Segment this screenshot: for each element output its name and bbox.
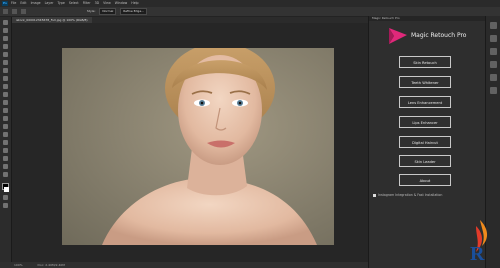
photoshop-logo-icon: Ps <box>2 1 8 6</box>
refine-edge-button[interactable]: Refine Edge... <box>120 7 148 15</box>
crop-tool-icon[interactable] <box>3 52 8 57</box>
new-selection-icon[interactable] <box>11 8 17 14</box>
path-select-tool-icon[interactable] <box>3 148 8 153</box>
eyedropper-tool-icon[interactable] <box>3 60 8 65</box>
history-brush-tool-icon[interactable] <box>3 92 8 97</box>
menu-item-type[interactable]: Type <box>57 1 64 5</box>
magic-retouch-logo-icon <box>389 28 407 44</box>
menu-item-edit[interactable]: Edit <box>20 1 26 5</box>
adjustments-panel-icon[interactable] <box>490 48 497 55</box>
eraser-tool-icon[interactable] <box>3 100 8 105</box>
digital-haircut-button[interactable]: Digital Haircut <box>399 136 451 148</box>
lips-enhancer-button[interactable]: Lips Enhancer <box>399 116 451 128</box>
pen-tool-icon[interactable] <box>3 132 8 137</box>
status-bar: 100% Doc: 2.40M/2.40M <box>0 262 368 268</box>
panel-title: Magic Retouch Pro <box>411 32 467 39</box>
portrait-illustration <box>102 48 317 245</box>
paths-panel-icon[interactable] <box>490 87 497 94</box>
type-tool-icon[interactable] <box>3 140 8 145</box>
menu-item-view[interactable]: View <box>103 1 111 5</box>
screen-mode-icon[interactable] <box>3 203 8 208</box>
tools-panel <box>0 17 12 262</box>
checkbox-icon[interactable] <box>373 193 376 197</box>
integration-checkbox-label: Instagram Integration & Fast Installatio… <box>378 193 443 197</box>
shape-tool-icon[interactable] <box>3 156 8 161</box>
style-select[interactable]: Normal <box>99 7 117 15</box>
menu-item-window[interactable]: Window <box>115 1 128 5</box>
lasso-tool-icon[interactable] <box>3 36 8 41</box>
panel-header: Magic Retouch Pro <box>369 16 486 21</box>
clone-stamp-tool-icon[interactable] <box>3 84 8 89</box>
zoom-level[interactable]: 100% <box>14 263 23 267</box>
menu-item-image[interactable]: Image <box>31 1 41 5</box>
menu-item-help[interactable]: Help <box>131 1 138 5</box>
menu-item-filter[interactable]: Filter <box>83 1 91 5</box>
blur-tool-icon[interactable] <box>3 116 8 121</box>
gradient-tool-icon[interactable] <box>3 108 8 113</box>
lens-enhancement-button[interactable]: Lens Enhancement <box>399 96 451 108</box>
properties-panel-icon[interactable] <box>490 35 497 42</box>
dodge-tool-icon[interactable] <box>3 124 8 129</box>
integration-checkbox[interactable]: Instagram Integration & Fast Installatio… <box>373 193 442 197</box>
zoom-tool-icon[interactable] <box>3 172 8 177</box>
move-tool-icon[interactable] <box>3 20 8 25</box>
quick-select-tool-icon[interactable] <box>3 44 8 49</box>
layers-panel-icon[interactable] <box>490 61 497 68</box>
healing-brush-tool-icon[interactable] <box>3 68 8 73</box>
channels-panel-icon[interactable] <box>490 74 497 81</box>
svg-text:R: R <box>470 243 485 264</box>
canvas-area[interactable] <box>12 23 368 262</box>
menu-item-file[interactable]: File <box>11 1 16 5</box>
panel-brand: Magic Retouch Pro <box>387 26 487 46</box>
menu-bar: Ps File Edit Image Layer Type Select Fil… <box>0 0 500 7</box>
style-label: Style: <box>86 9 96 13</box>
brush-tool-icon[interactable] <box>3 76 8 81</box>
skin-leader-button[interactable]: Skin Leader <box>399 155 451 167</box>
teeth-whitener-button[interactable]: Teeth Whitener <box>399 76 451 88</box>
watermark-logo: R <box>470 220 488 264</box>
portrait-photo <box>62 48 334 245</box>
document-info: Doc: 2.40M/2.40M <box>37 263 65 267</box>
add-selection-icon[interactable] <box>20 8 26 14</box>
quick-mask-icon[interactable] <box>3 195 8 200</box>
background-color-swatch[interactable] <box>4 187 9 192</box>
marquee-tool-icon[interactable] <box>3 8 8 14</box>
about-button[interactable]: About <box>399 174 451 186</box>
hand-tool-icon[interactable] <box>3 164 8 169</box>
history-panel-icon[interactable] <box>490 22 497 29</box>
menu-item-3d[interactable]: 3D <box>95 1 99 5</box>
marquee-tool-icon[interactable] <box>3 28 8 33</box>
menu-item-layer[interactable]: Layer <box>45 1 54 5</box>
menu-item-select[interactable]: Select <box>69 1 79 5</box>
skin-retouch-button[interactable]: Skin Retouch <box>399 56 451 68</box>
